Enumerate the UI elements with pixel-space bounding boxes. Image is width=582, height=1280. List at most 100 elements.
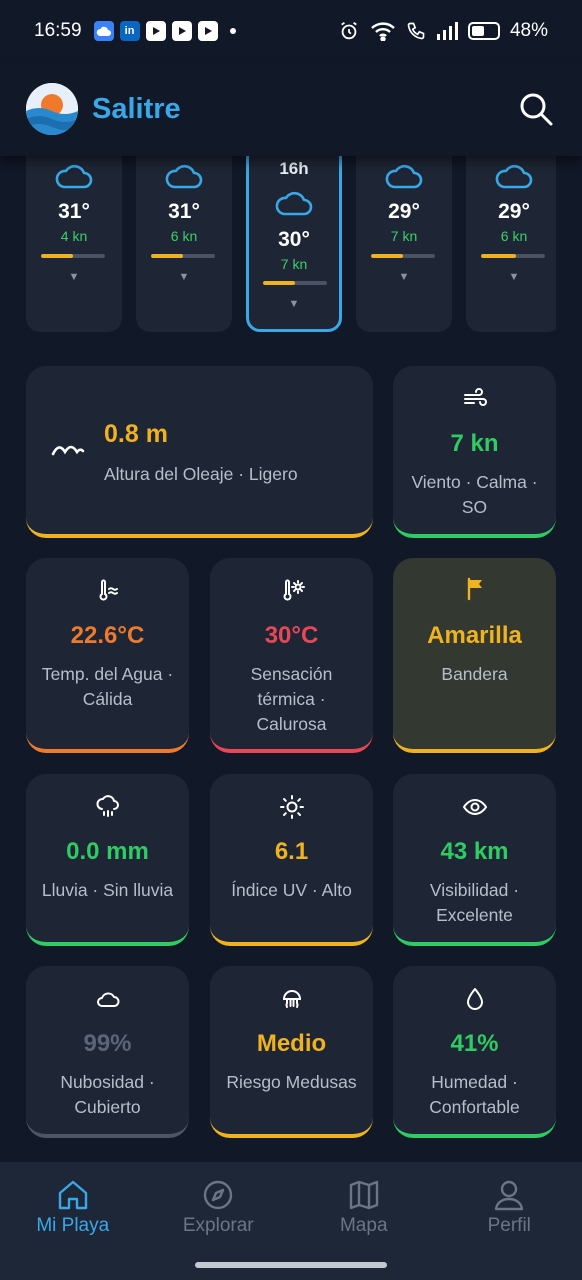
cloud-icon xyxy=(275,191,313,216)
hour-wind: 7 kn xyxy=(390,228,418,244)
flag-card[interactable]: Amarilla Bandera xyxy=(393,558,556,753)
cloud-icon xyxy=(55,164,93,189)
linkedin-icon: in xyxy=(119,21,140,41)
wind-label: Viento · Calma · SO xyxy=(411,472,538,517)
youtube-icon xyxy=(197,21,218,41)
cloud-icon xyxy=(495,164,533,189)
sun-thermometer-icon xyxy=(283,579,305,601)
nav-label: Perfil xyxy=(487,1215,531,1236)
chevron-down-icon: ▼ xyxy=(398,271,410,283)
notification-dot xyxy=(229,28,236,34)
hour-temp: 30° xyxy=(278,228,310,251)
wind-bar xyxy=(41,254,105,258)
water-temp-value: 22.6°C xyxy=(70,622,145,649)
app-title: Salitre xyxy=(92,92,181,125)
user-icon xyxy=(495,1180,524,1211)
clouds-card[interactable]: 99% Nubosidad · Cubierto xyxy=(26,966,189,1138)
signal-icon xyxy=(436,22,458,40)
feels-like-value: 30°C xyxy=(264,622,319,649)
nav-label: Mi Playa xyxy=(36,1215,110,1236)
hour-card[interactable]: 31° 4 kn ▼ xyxy=(26,156,122,332)
clouds-value: 99% xyxy=(83,1030,132,1057)
droplet-icon xyxy=(466,988,483,1010)
hour-wind: 6 kn xyxy=(170,228,198,244)
wind-icon xyxy=(463,388,487,406)
uv-label: Índice UV · Alto xyxy=(231,880,352,900)
compass-icon xyxy=(204,1180,233,1210)
jellyfish-value: Medio xyxy=(256,1030,327,1057)
hour-temp: 29° xyxy=(498,200,530,223)
rain-label: Lluvia · Sin lluvia xyxy=(41,880,174,900)
hour-card[interactable]: 29° 6 kn ▼ xyxy=(466,156,556,332)
call-icon xyxy=(407,22,425,40)
nav-label: Mapa xyxy=(339,1215,388,1236)
rain-card[interactable]: 0.0 mm Lluvia · Sin lluvia xyxy=(26,774,189,946)
cloud-icon xyxy=(96,992,119,1007)
humidity-card[interactable]: 41% Humedad · Confortable xyxy=(393,966,556,1138)
status-bar: 16:59 in 48% xyxy=(0,0,582,62)
battery-percent: 48% xyxy=(509,20,548,41)
wifi-icon xyxy=(371,22,395,41)
visibility-card[interactable]: 43 km Visibilidad · Excelente xyxy=(393,774,556,946)
feels-like-label: Sensación térmica · Calurosa xyxy=(250,664,333,734)
hour-temp: 31° xyxy=(168,200,200,223)
hour-card[interactable]: 29° 7 kn ▼ xyxy=(356,156,452,332)
wind-value: 7 kn xyxy=(450,430,499,457)
jellyfish-label: Riesgo Medusas xyxy=(226,1072,357,1092)
water-thermometer-icon xyxy=(99,579,118,601)
flag-icon xyxy=(467,577,482,601)
wind-bar xyxy=(263,281,327,285)
clouds-label: Nubosidad · Cubierto xyxy=(60,1072,155,1117)
eye-icon xyxy=(462,798,487,816)
nav-perfil[interactable]: Perfil xyxy=(437,1162,582,1280)
wind-card[interactable]: 7 kn Viento · Calma · SO xyxy=(393,366,556,538)
cloud-rain-icon xyxy=(95,795,119,817)
waves-card[interactable]: 0.8 m Altura del Oleaje · Ligero xyxy=(26,366,373,538)
flag-label: Bandera xyxy=(441,664,508,684)
home-indicator[interactable] xyxy=(195,1262,387,1268)
jellyfish-icon xyxy=(282,990,301,1008)
sun-icon xyxy=(279,795,304,819)
humidity-value: 41% xyxy=(450,1030,499,1057)
chevron-down-icon: ▼ xyxy=(508,271,520,283)
water-temp-card[interactable]: 22.6°C Temp. del Agua · Cálida xyxy=(26,558,189,753)
hourly-forecast[interactable]: 31° 4 kn ▼ 31° 6 kn ▼ 16h 30° 7 kn ▼ 29°… xyxy=(26,156,556,336)
youtube-icon xyxy=(145,21,166,41)
hour-temp: 29° xyxy=(388,200,420,223)
jellyfish-card[interactable]: Medio Riesgo Medusas xyxy=(210,966,373,1138)
hour-card-selected[interactable]: 16h 30° 7 kn ▼ xyxy=(246,156,342,332)
wind-bar xyxy=(371,254,435,258)
rain-value: 0.0 mm xyxy=(66,838,149,865)
wind-bar xyxy=(151,254,215,258)
chevron-down-icon: ▼ xyxy=(178,271,190,283)
cloud-icon xyxy=(385,164,423,189)
alarm-icon xyxy=(341,21,357,40)
map-icon xyxy=(349,1180,378,1210)
wind-bar xyxy=(481,254,545,258)
waves-label: Altura del Oleaje · Ligero xyxy=(104,464,298,484)
water-temp-label: Temp. del Agua · Cálida xyxy=(41,664,174,709)
feels-like-card[interactable]: 30°C Sensación térmica · Calurosa xyxy=(210,558,373,753)
chevron-down-icon: ▼ xyxy=(288,298,300,310)
cloud-app-icon xyxy=(93,21,114,41)
nav-mi-playa[interactable]: Mi Playa xyxy=(0,1162,146,1280)
status-time: 16:59 xyxy=(34,20,82,41)
app-logo xyxy=(26,83,78,135)
search-button[interactable] xyxy=(516,89,556,129)
waves-icon xyxy=(51,445,85,456)
hour-card[interactable]: 31° 6 kn ▼ xyxy=(136,156,232,332)
flag-value: Amarilla xyxy=(427,622,522,649)
humidity-label: Humedad · Confortable xyxy=(429,1072,520,1117)
battery-icon xyxy=(467,22,500,40)
hour-temp: 31° xyxy=(58,200,90,223)
visibility-value: 43 km xyxy=(440,838,509,865)
uv-card[interactable]: 6.1 Índice UV · Alto xyxy=(210,774,373,946)
app-header: Salitre xyxy=(0,62,582,156)
hour-wind: 4 kn xyxy=(60,228,88,244)
cloud-icon xyxy=(165,164,203,189)
hour-wind: 6 kn xyxy=(500,228,528,244)
search-icon xyxy=(520,93,553,126)
hour-wind: 7 kn xyxy=(280,256,308,272)
visibility-label: Visibilidad · Excelente xyxy=(429,880,520,925)
nav-label: Explorar xyxy=(182,1215,254,1236)
